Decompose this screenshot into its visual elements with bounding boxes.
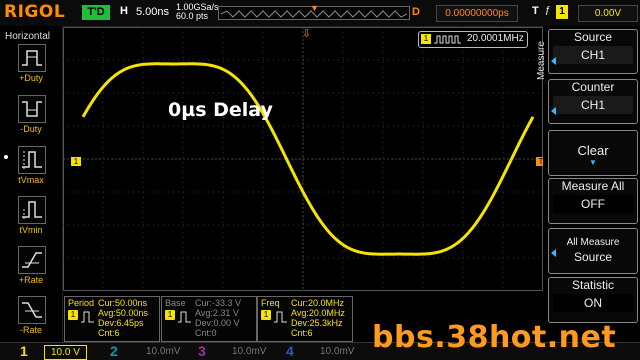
statistic-menu[interactable]: Statistic ON: [548, 277, 638, 323]
delay-value[interactable]: 0.00000000ps: [436, 5, 518, 22]
all-measure-title: All Measure: [566, 237, 620, 248]
base-measurement[interactable]: Base 1 Cur:-33.3 V Avg:2.31 V Dev:0.00 V…: [161, 296, 257, 342]
tvmin-label: tVmin: [19, 225, 43, 235]
measure-all-title: Measure All: [561, 179, 625, 193]
frequency-measurement[interactable]: Freq 1 Cur:20.0MHz Avg:20.0MHz Dev:25.3k…: [257, 296, 353, 342]
ch3-number[interactable]: 3: [198, 343, 206, 359]
rising-edge-icon: ƒ: [545, 5, 551, 16]
waveform-display: [63, 27, 543, 291]
clear-down-icon: ▼: [589, 158, 597, 167]
frequency-waveform-icon: [274, 311, 287, 323]
measurement-dev: Dev:0.00 V: [195, 318, 240, 328]
rise-rate-label: +Rate: [18, 275, 44, 285]
trigger-source-badge[interactable]: 1: [556, 5, 568, 19]
source-title: Source: [573, 30, 613, 44]
fall-rate-label: -Rate: [19, 325, 42, 335]
ch3-scale[interactable]: 10.0mV: [226, 345, 272, 358]
trigger-position-marker-icon: ▼: [310, 3, 319, 13]
measurement-name: Period: [68, 298, 95, 308]
measurement-dev: Dev:25.3kHz: [291, 318, 343, 328]
measurement-cur: Cur:20.0MHz: [291, 298, 345, 308]
measure-all-menu[interactable]: Measure All OFF: [548, 178, 638, 224]
period-waveform-icon: [81, 311, 94, 323]
ch1-scale[interactable]: 10.0 V: [44, 345, 87, 360]
ch1-ground-marker-icon[interactable]: 1: [71, 157, 81, 166]
counter-channel-badge: 1: [421, 34, 431, 44]
positive-duty-label: +Duty: [19, 73, 43, 83]
oscilloscope-screen: RIGOL T'D H 5.00ns 1.00GSa/s 60.0 pts ▼ …: [0, 0, 640, 360]
all-measure-source-menu[interactable]: All Measure Source: [548, 228, 638, 274]
tvmin-icon[interactable]: [18, 196, 46, 224]
negative-duty-icon[interactable]: [18, 95, 46, 123]
horizontal-label: H: [120, 5, 128, 17]
negative-duty-label: -Duty: [20, 124, 42, 134]
measurement-dev: Dev:6.45ps: [98, 318, 144, 328]
positive-duty-icon[interactable]: [18, 44, 46, 72]
counter-arrow-icon: [551, 107, 556, 115]
ch2-scale[interactable]: 10.0mV: [140, 345, 186, 358]
base-waveform-icon: [178, 311, 191, 323]
watermark: bbs.38hot.net: [372, 320, 617, 355]
all-measure-value: Source: [573, 250, 613, 264]
source-menu[interactable]: Source CH1: [548, 29, 638, 74]
measurement-name: Freq: [261, 298, 280, 308]
statistic-value: ON: [553, 294, 633, 312]
measurement-channel-badge: 1: [165, 310, 175, 320]
counter-readout: 1 20.0001MHz: [418, 31, 528, 48]
measurement-avg: Avg:20.0MHz: [291, 308, 345, 318]
counter-menu[interactable]: Counter CH1: [548, 79, 638, 124]
ch4-number[interactable]: 4: [286, 343, 294, 359]
measurement-cnt: Cnt:0: [195, 328, 217, 338]
run-state-badge[interactable]: T'D: [82, 5, 110, 20]
measurement-cur: Cur:-33.3 V: [195, 298, 242, 308]
counter-source-value: CH1: [553, 96, 633, 114]
measurement-avg: Avg:50.00ns: [98, 308, 148, 318]
all-measure-arrow-icon: [551, 249, 556, 257]
rigol-logo: RIGOL: [4, 2, 66, 22]
statistic-title: Statistic: [571, 278, 614, 292]
sample-rate-info: 1.00GSa/s 60.0 pts: [176, 3, 219, 21]
measurement-channel-badge: 1: [68, 310, 78, 320]
period-measurement[interactable]: Period 1 Cur:50.00ns Avg:50.00ns Dev:6.4…: [64, 296, 160, 342]
clear-button[interactable]: Clear ▼: [548, 130, 638, 176]
measurement-name: Base: [165, 298, 186, 308]
measure-all-value: OFF: [553, 195, 633, 213]
counter-frequency: 20.0001MHz: [467, 33, 524, 44]
measurement-cur: Cur:50.00ns: [98, 298, 148, 308]
ch4-scale[interactable]: 10.0mV: [314, 345, 360, 358]
measure-vertical-label: Measure: [536, 41, 547, 80]
ch1-number[interactable]: 1: [20, 343, 28, 359]
fall-rate-icon[interactable]: [18, 296, 46, 324]
clear-label: Clear: [577, 143, 609, 158]
measurement-cnt: Cnt:6: [291, 328, 313, 338]
timebase-value[interactable]: 5.00ns: [136, 6, 169, 18]
delay-label: D: [412, 6, 420, 18]
trigger-level-value[interactable]: 0.00V: [578, 5, 638, 22]
memory-depth: 60.0 pts: [176, 11, 209, 21]
left-menu-title: Horizontal: [5, 31, 51, 42]
selection-dot: [4, 155, 8, 159]
source-value: CH1: [553, 46, 633, 64]
trigger-position-arrow-icon[interactable]: ⇩: [302, 27, 311, 40]
measurement-avg: Avg:2.31 V: [195, 308, 239, 318]
counter-title: Counter: [571, 80, 615, 94]
counter-pulse-icon: [434, 35, 461, 44]
trigger-label: T: [532, 5, 539, 17]
measurement-channel-badge: 1: [261, 310, 271, 320]
tvmax-label: tVmax: [18, 175, 44, 185]
source-arrow-icon: [551, 57, 556, 65]
delay-overlay-text: 0µs Delay: [168, 99, 273, 121]
tvmax-icon[interactable]: [18, 146, 46, 174]
rise-rate-icon[interactable]: [18, 246, 46, 274]
ch2-number[interactable]: 2: [110, 343, 118, 359]
measurement-cnt: Cnt:6: [98, 328, 120, 338]
